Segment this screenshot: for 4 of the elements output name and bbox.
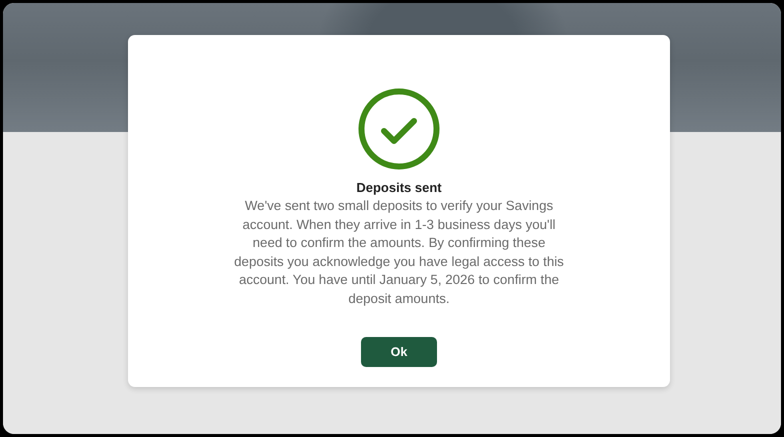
ok-button[interactable]: Ok bbox=[361, 337, 437, 367]
dialog-title: Deposits sent bbox=[356, 180, 442, 195]
dialog-message: We've sent two small deposits to verify your Savings account. When they arrive in 1-3 business days you'll need to confirm the amounts. By confirming these deposits you acknowledge you have legal access to this account. You have until January 5, 2026 to confirm the deposit amounts. bbox=[233, 197, 565, 308]
success-check-icon bbox=[357, 87, 441, 171]
